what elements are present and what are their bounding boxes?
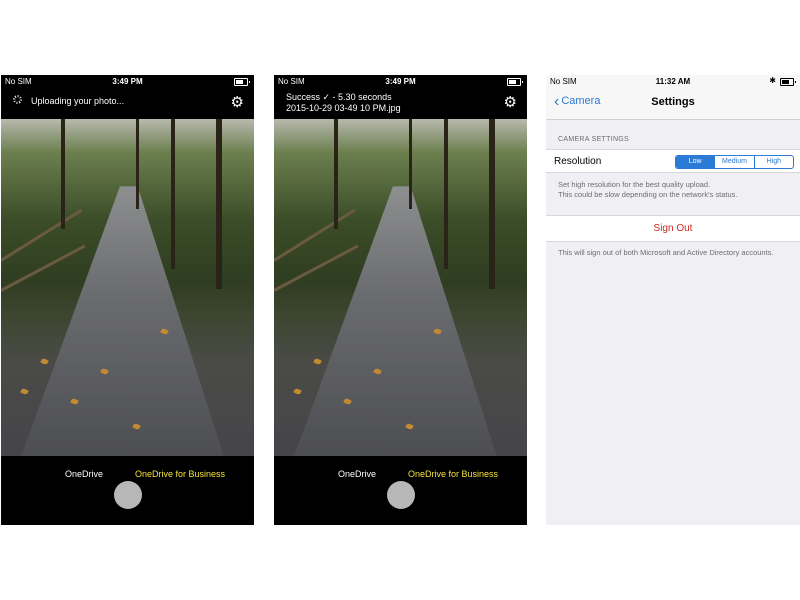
- resolution-note: Set high resolution for the best quality…: [558, 180, 738, 199]
- battery-icon: [780, 78, 796, 86]
- sign-out-button[interactable]: Sign Out: [546, 223, 800, 234]
- status-bar: No SIM 3:49 PM: [274, 75, 527, 89]
- status-bar: No SIM 11:32 AM ✱: [546, 75, 800, 89]
- gear-icon[interactable]: ⚙: [231, 95, 244, 110]
- bluetooth-icon: ✱: [769, 76, 776, 85]
- shutter-button[interactable]: [113, 481, 142, 509]
- upload-result-summary: Success ✓ - 5.30 seconds: [286, 92, 392, 102]
- sign-out-row: Sign Out: [546, 215, 800, 242]
- upload-result-filename: 2015-10-29 03-49 10 PM.jpg: [286, 103, 401, 113]
- upload-status: Uploading your photo...: [31, 96, 125, 106]
- camera-screen-uploading: No SIM 3:49 PM Uploading your photo... ⚙…: [1, 75, 254, 525]
- battery-icon: [234, 78, 250, 86]
- section-header: CAMERA SETTINGS: [558, 136, 630, 143]
- shutter-button[interactable]: [386, 481, 415, 509]
- battery-icon: [507, 78, 523, 86]
- tab-onedrive[interactable]: OneDrive: [65, 469, 103, 479]
- status-bar: No SIM 3:49 PM: [1, 75, 254, 89]
- resolution-label: Resolution: [554, 156, 602, 167]
- tab-onedrive-business[interactable]: OneDrive for Business: [135, 469, 225, 479]
- camera-controls: OneDrive OneDrive for Business: [1, 456, 254, 525]
- clock: 3:49 PM: [112, 77, 143, 86]
- tab-onedrive-business[interactable]: OneDrive for Business: [408, 469, 498, 479]
- spinner-icon: [13, 95, 22, 104]
- tab-onedrive[interactable]: OneDrive: [338, 469, 376, 479]
- resolution-option-high[interactable]: High: [753, 156, 793, 168]
- resolution-row: Resolution Low Medium High: [546, 149, 800, 173]
- navigation-bar: ‹ Camera Settings: [546, 89, 800, 120]
- settings-screen: No SIM 11:32 AM ✱ ‹ Camera Settings CAMER…: [546, 75, 800, 525]
- camera-screen-success: No SIM 3:49 PM Success ✓ - 5.30 seconds …: [274, 75, 527, 525]
- clock: 3:49 PM: [385, 77, 416, 86]
- page-title: Settings: [651, 96, 695, 108]
- camera-preview: [1, 119, 254, 456]
- resolution-segmented-control: Low Medium High: [675, 155, 794, 169]
- sign-out-note: This will sign out of both Microsoft and…: [558, 248, 774, 257]
- upload-result: Success ✓ - 5.30 seconds 2015-10-29 03-4…: [286, 92, 401, 114]
- clock: 11:32 AM: [655, 77, 691, 86]
- resolution-option-medium[interactable]: Medium: [714, 156, 753, 168]
- resolution-option-low[interactable]: Low: [676, 156, 715, 168]
- camera-controls: OneDrive OneDrive for Business: [274, 456, 527, 525]
- camera-preview: [274, 119, 527, 456]
- gear-icon[interactable]: ⚙: [504, 95, 517, 110]
